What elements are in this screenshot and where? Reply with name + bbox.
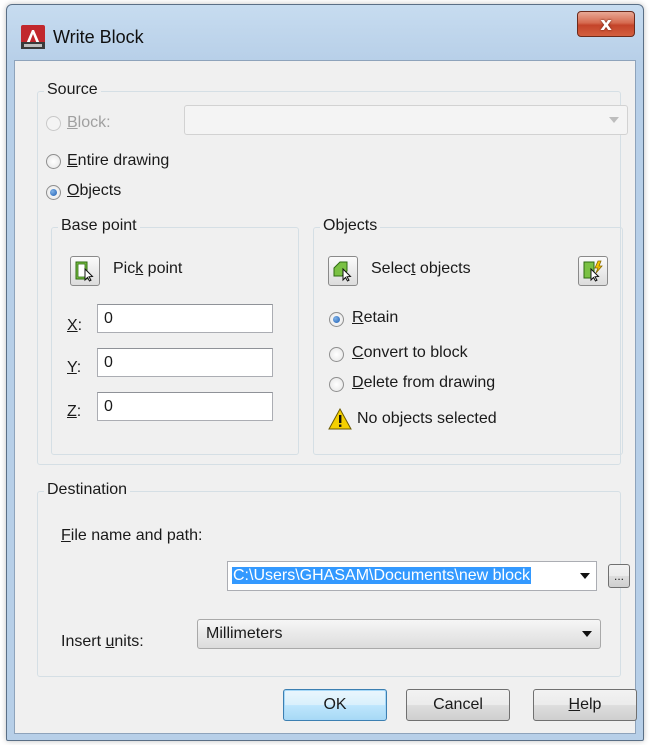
convert-to-block-radio[interactable] — [329, 347, 344, 362]
autocad-app-icon — [21, 25, 45, 49]
destination-group-title: Destination — [44, 481, 131, 499]
objects-radio-label: Objects — [67, 182, 122, 199]
close-icon: x — [600, 13, 612, 35]
chevron-down-icon — [609, 117, 619, 123]
x-coordinate-input[interactable]: 0 — [97, 304, 273, 333]
file-path-input[interactable]: C:\Users\GHASAM\Documents\new block — [227, 561, 597, 591]
select-objects-button[interactable] — [328, 256, 358, 286]
base-point-group-title: Base point — [58, 217, 140, 235]
z-label: Z: — [67, 403, 82, 420]
file-name-label: File name and path: — [61, 527, 203, 544]
chevron-down-icon — [580, 573, 590, 579]
browse-button[interactable]: ... — [608, 564, 630, 588]
objects-radio[interactable] — [46, 185, 61, 200]
ok-button[interactable]: OK — [283, 689, 387, 721]
entire-drawing-label: Entire drawing — [67, 152, 170, 169]
insert-units-label: Insert units: — [61, 633, 144, 650]
source-group-title: Source — [44, 81, 101, 99]
quick-select-icon — [583, 260, 603, 282]
objects-group-title: Objects — [320, 217, 381, 235]
close-button[interactable]: x — [577, 11, 635, 37]
z-coordinate-input[interactable]: 0 — [97, 392, 273, 421]
pick-point-label: Pick point — [113, 260, 183, 277]
select-objects-label: Select objects — [371, 260, 471, 277]
pick-point-icon — [75, 261, 94, 282]
y-label: Y: — [67, 359, 82, 376]
chevron-down-icon — [582, 631, 592, 637]
block-radio[interactable] — [46, 116, 61, 131]
block-radio-label: Block: — [67, 114, 111, 131]
pick-point-button[interactable] — [70, 256, 100, 286]
delete-from-drawing-radio[interactable] — [329, 377, 344, 392]
insert-units-dropdown[interactable]: Millimeters — [197, 619, 601, 649]
help-button[interactable]: Help — [533, 689, 637, 721]
y-coordinate-input[interactable]: 0 — [97, 348, 273, 377]
warning-icon — [328, 408, 352, 430]
convert-to-block-label: Convert to block — [352, 344, 468, 361]
dialog-client-area: Source Block: Entire drawing Objects Bas… — [14, 60, 637, 734]
x-label: X: — [67, 317, 83, 334]
retain-label: Retain — [352, 309, 399, 326]
delete-from-drawing-label: Delete from drawing — [352, 374, 496, 391]
retain-radio[interactable] — [329, 312, 344, 327]
title-bar[interactable]: Write Block x — [7, 5, 643, 63]
select-objects-icon — [333, 261, 352, 282]
file-path-value: C:\Users\GHASAM\Documents\new block — [232, 567, 531, 584]
window-title: Write Block — [53, 27, 144, 47]
block-name-dropdown[interactable] — [184, 105, 628, 135]
entire-drawing-radio[interactable] — [46, 154, 61, 169]
cancel-button[interactable]: Cancel — [406, 689, 510, 721]
quick-select-button[interactable] — [578, 256, 608, 286]
write-block-dialog: Write Block x Source Block: Entire drawi… — [6, 4, 644, 741]
selection-status-text: No objects selected — [357, 410, 497, 427]
